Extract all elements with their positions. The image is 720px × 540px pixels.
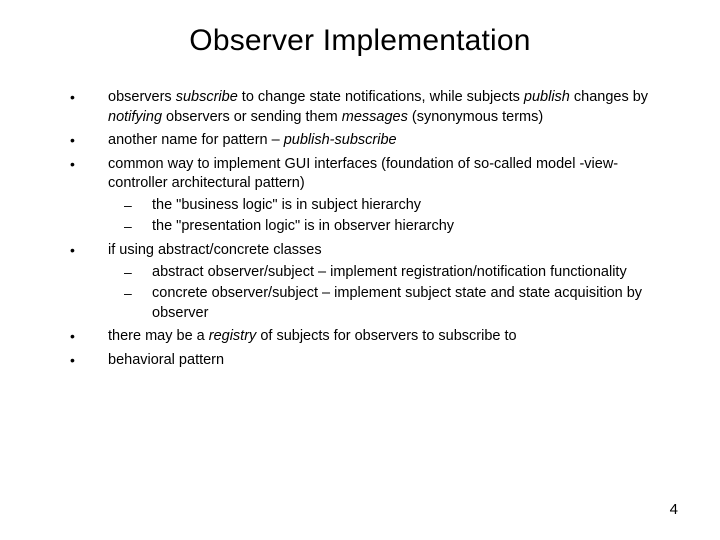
text-run: (synonymous terms) [408, 109, 543, 125]
text-run: another name for pattern – [108, 132, 284, 148]
slide-title: Observer Implementation [0, 24, 720, 58]
text-run: common way to implement GUI interfaces (… [108, 156, 618, 192]
text-italic: registry [209, 328, 257, 344]
text-italic: publish-subscribe [284, 132, 397, 148]
bullet-item: there may be a registry of subjects for … [64, 327, 664, 347]
sub-list: the "business logic" is in subject hiera… [108, 196, 664, 237]
text-run: behavioral pattern [108, 352, 224, 368]
text-run: abstract observer/subject – implement re… [152, 264, 627, 280]
text-run: changes by [570, 89, 648, 105]
text-run: observers [108, 89, 176, 105]
sub-item: the "business logic" is in subject hiera… [108, 196, 664, 216]
slide: Observer Implementation observers subscr… [0, 0, 720, 540]
slide-content: observers subscribe to change state noti… [64, 88, 664, 374]
sub-item: concrete observer/subject – implement su… [108, 284, 664, 323]
bullet-item: common way to implement GUI interfaces (… [64, 155, 664, 237]
bullet-item: behavioral pattern [64, 351, 664, 371]
sub-list: abstract observer/subject – implement re… [108, 263, 664, 324]
text-run: the "business logic" is in subject hiera… [152, 197, 421, 213]
text-run: there may be a [108, 328, 209, 344]
bullet-item: another name for pattern – publish-subsc… [64, 131, 664, 151]
text-italic: publish [524, 89, 570, 105]
bullet-item: observers subscribe to change state noti… [64, 88, 664, 127]
sub-item: the "presentation logic" is in observer … [108, 217, 664, 237]
text-run: observers or sending them [162, 109, 342, 125]
page-number: 4 [670, 501, 678, 518]
text-italic: notifying [108, 109, 162, 125]
text-italic: subscribe [176, 89, 238, 105]
text-run: concrete observer/subject – implement su… [152, 285, 642, 321]
sub-item: abstract observer/subject – implement re… [108, 263, 664, 283]
text-italic: messages [342, 109, 408, 125]
text-run: the "presentation logic" is in observer … [152, 218, 454, 234]
bullet-item: if using abstract/concrete classes abstr… [64, 241, 664, 323]
text-run: to change state notifications, while sub… [238, 89, 524, 105]
bullet-list: observers subscribe to change state noti… [64, 88, 664, 370]
text-run: if using abstract/concrete classes [108, 242, 322, 258]
text-run: of subjects for observers to subscribe t… [256, 328, 516, 344]
